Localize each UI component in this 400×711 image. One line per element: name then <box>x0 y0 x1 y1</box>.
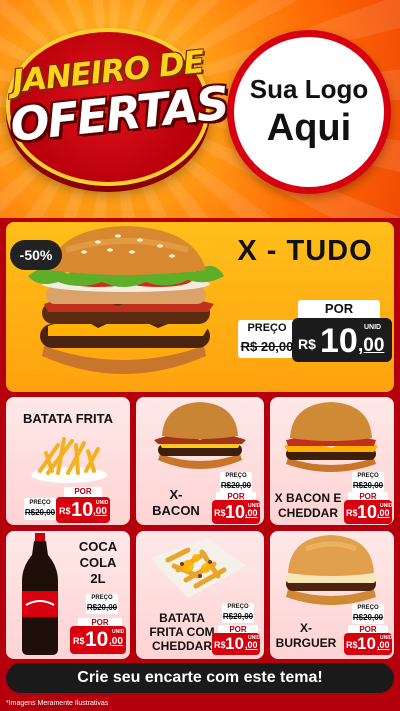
product-old-price-label: PREÇO <box>227 604 249 610</box>
product-price-integer: 10 <box>71 499 94 521</box>
featured-por-label: POR <box>298 300 380 318</box>
product-price-integer: 10 <box>225 502 246 522</box>
product-por-label: POR <box>64 487 102 497</box>
product-unit: UNID <box>112 629 125 635</box>
product-price: R$ 10 UNID ,00 <box>344 633 392 655</box>
product-price: R$ 10 UNID ,00 <box>212 500 260 524</box>
logo-text-line1: Sua Logo <box>249 74 369 104</box>
product-price-cents: ,00 <box>109 636 123 647</box>
discount-badge: -50% <box>10 240 62 270</box>
product-price-cents: ,00 <box>245 640 258 650</box>
product-title-line1: X BACON E <box>274 491 342 505</box>
featured-currency: R$ <box>298 336 316 352</box>
cheddar-fries-illustration <box>150 538 246 598</box>
product-currency: R$ <box>214 508 226 518</box>
header-banner: JANEIRO DE OFERTAS Sua Logo Aqui <box>0 0 400 218</box>
featured-price-cents: ,00 <box>358 335 385 356</box>
product-price: R$ 10 UNID ,00 <box>70 626 126 654</box>
product-old-price-value: R$20,00 <box>222 612 254 621</box>
product-old-price-label: PREÇO <box>225 473 247 479</box>
product-currency: R$ <box>73 636 85 646</box>
featured-old-price: PREÇO R$ 20,00 <box>238 320 296 358</box>
product-price-cents: ,00 <box>93 506 107 517</box>
product-price-cents: ,00 <box>377 640 390 650</box>
product-price: R$ 10 UNID ,00 <box>344 500 392 524</box>
product-old-price-label: PREÇO <box>29 500 51 506</box>
featured-product-title: X - TUDO <box>237 235 373 267</box>
product-title-line1: X- <box>300 621 312 635</box>
disclaimer-footnote: *Imagens Meramente Ilustrativas <box>6 700 109 707</box>
product-old-price-value: R$20,00 <box>24 508 56 517</box>
product-old-price: PREÇO R$20,00 <box>24 498 56 520</box>
product-old-price: PREÇO R$20,00 <box>86 594 118 614</box>
product-title: BATATA FRITA <box>22 411 113 426</box>
product-old-price-label: PREÇO <box>91 595 113 601</box>
product-old-price-value: R$20,00 <box>86 603 118 612</box>
logo-text-line2: Aqui <box>266 107 352 149</box>
product-old-price: PREÇO R$20,00 <box>352 472 384 492</box>
product-currency: R$ <box>346 640 358 650</box>
product-title-line2: COLA <box>79 555 117 570</box>
soda-bottle-illustration <box>22 533 58 655</box>
product-currency: R$ <box>346 508 358 518</box>
featured-old-price-value: R$ 20,00 <box>240 339 294 354</box>
product-price-integer: 10 <box>225 634 244 653</box>
create-flyer-button[interactable]: Crie seu encarte com este tema! <box>6 663 394 693</box>
product-currency: R$ <box>214 640 226 650</box>
product-title-line1: X- <box>169 487 183 502</box>
product-price-integer: 10 <box>357 634 376 653</box>
burger-illustration <box>284 402 378 472</box>
product-old-price: PREÇO R$20,00 <box>220 472 252 492</box>
product-price-cents: ,00 <box>377 508 390 518</box>
product-title-line2: CHEDDAR <box>278 506 338 520</box>
product-title-line3: 2L <box>90 571 106 586</box>
product-old-price-value: R$20,00 <box>352 481 384 490</box>
product-old-price: PREÇO R$20,00 <box>222 603 254 623</box>
product-title-line1: BATATA <box>159 611 205 625</box>
fries-illustration <box>31 437 107 483</box>
burger-illustration <box>154 402 246 469</box>
featured-price: R$ 10 UNID ,00 <box>292 318 392 362</box>
product-old-price-label: PREÇO <box>357 605 379 611</box>
featured-unit: UNID <box>364 324 382 331</box>
product-price: R$ 10 UNID ,00 <box>212 633 260 655</box>
product-price-integer: 10 <box>357 502 378 522</box>
product-price-cents: ,00 <box>245 508 258 518</box>
product-price-integer: 10 <box>85 628 109 651</box>
product-old-price-label: PREÇO <box>357 473 379 479</box>
product-old-price-value: R$20,00 <box>220 481 252 490</box>
featured-old-price-label: PREÇO <box>247 322 287 334</box>
product-title-line1: COCA <box>78 539 118 554</box>
product-title-line2: BURGUER <box>275 636 337 650</box>
logo-placeholder[interactable]: Sua Logo Aqui <box>227 30 391 194</box>
offers-badge: JANEIRO DE OFERTAS <box>6 28 230 186</box>
product-old-price-value: R$20,00 <box>352 613 384 622</box>
product-currency: R$ <box>59 506 71 516</box>
featured-price-integer: 10 <box>320 322 358 360</box>
product-old-price: PREÇO R$20,00 <box>352 604 384 624</box>
burger-illustration <box>284 535 378 605</box>
product-price: R$ 10 UNID ,00 <box>56 497 110 523</box>
product-title-line2: BACON <box>152 503 200 518</box>
